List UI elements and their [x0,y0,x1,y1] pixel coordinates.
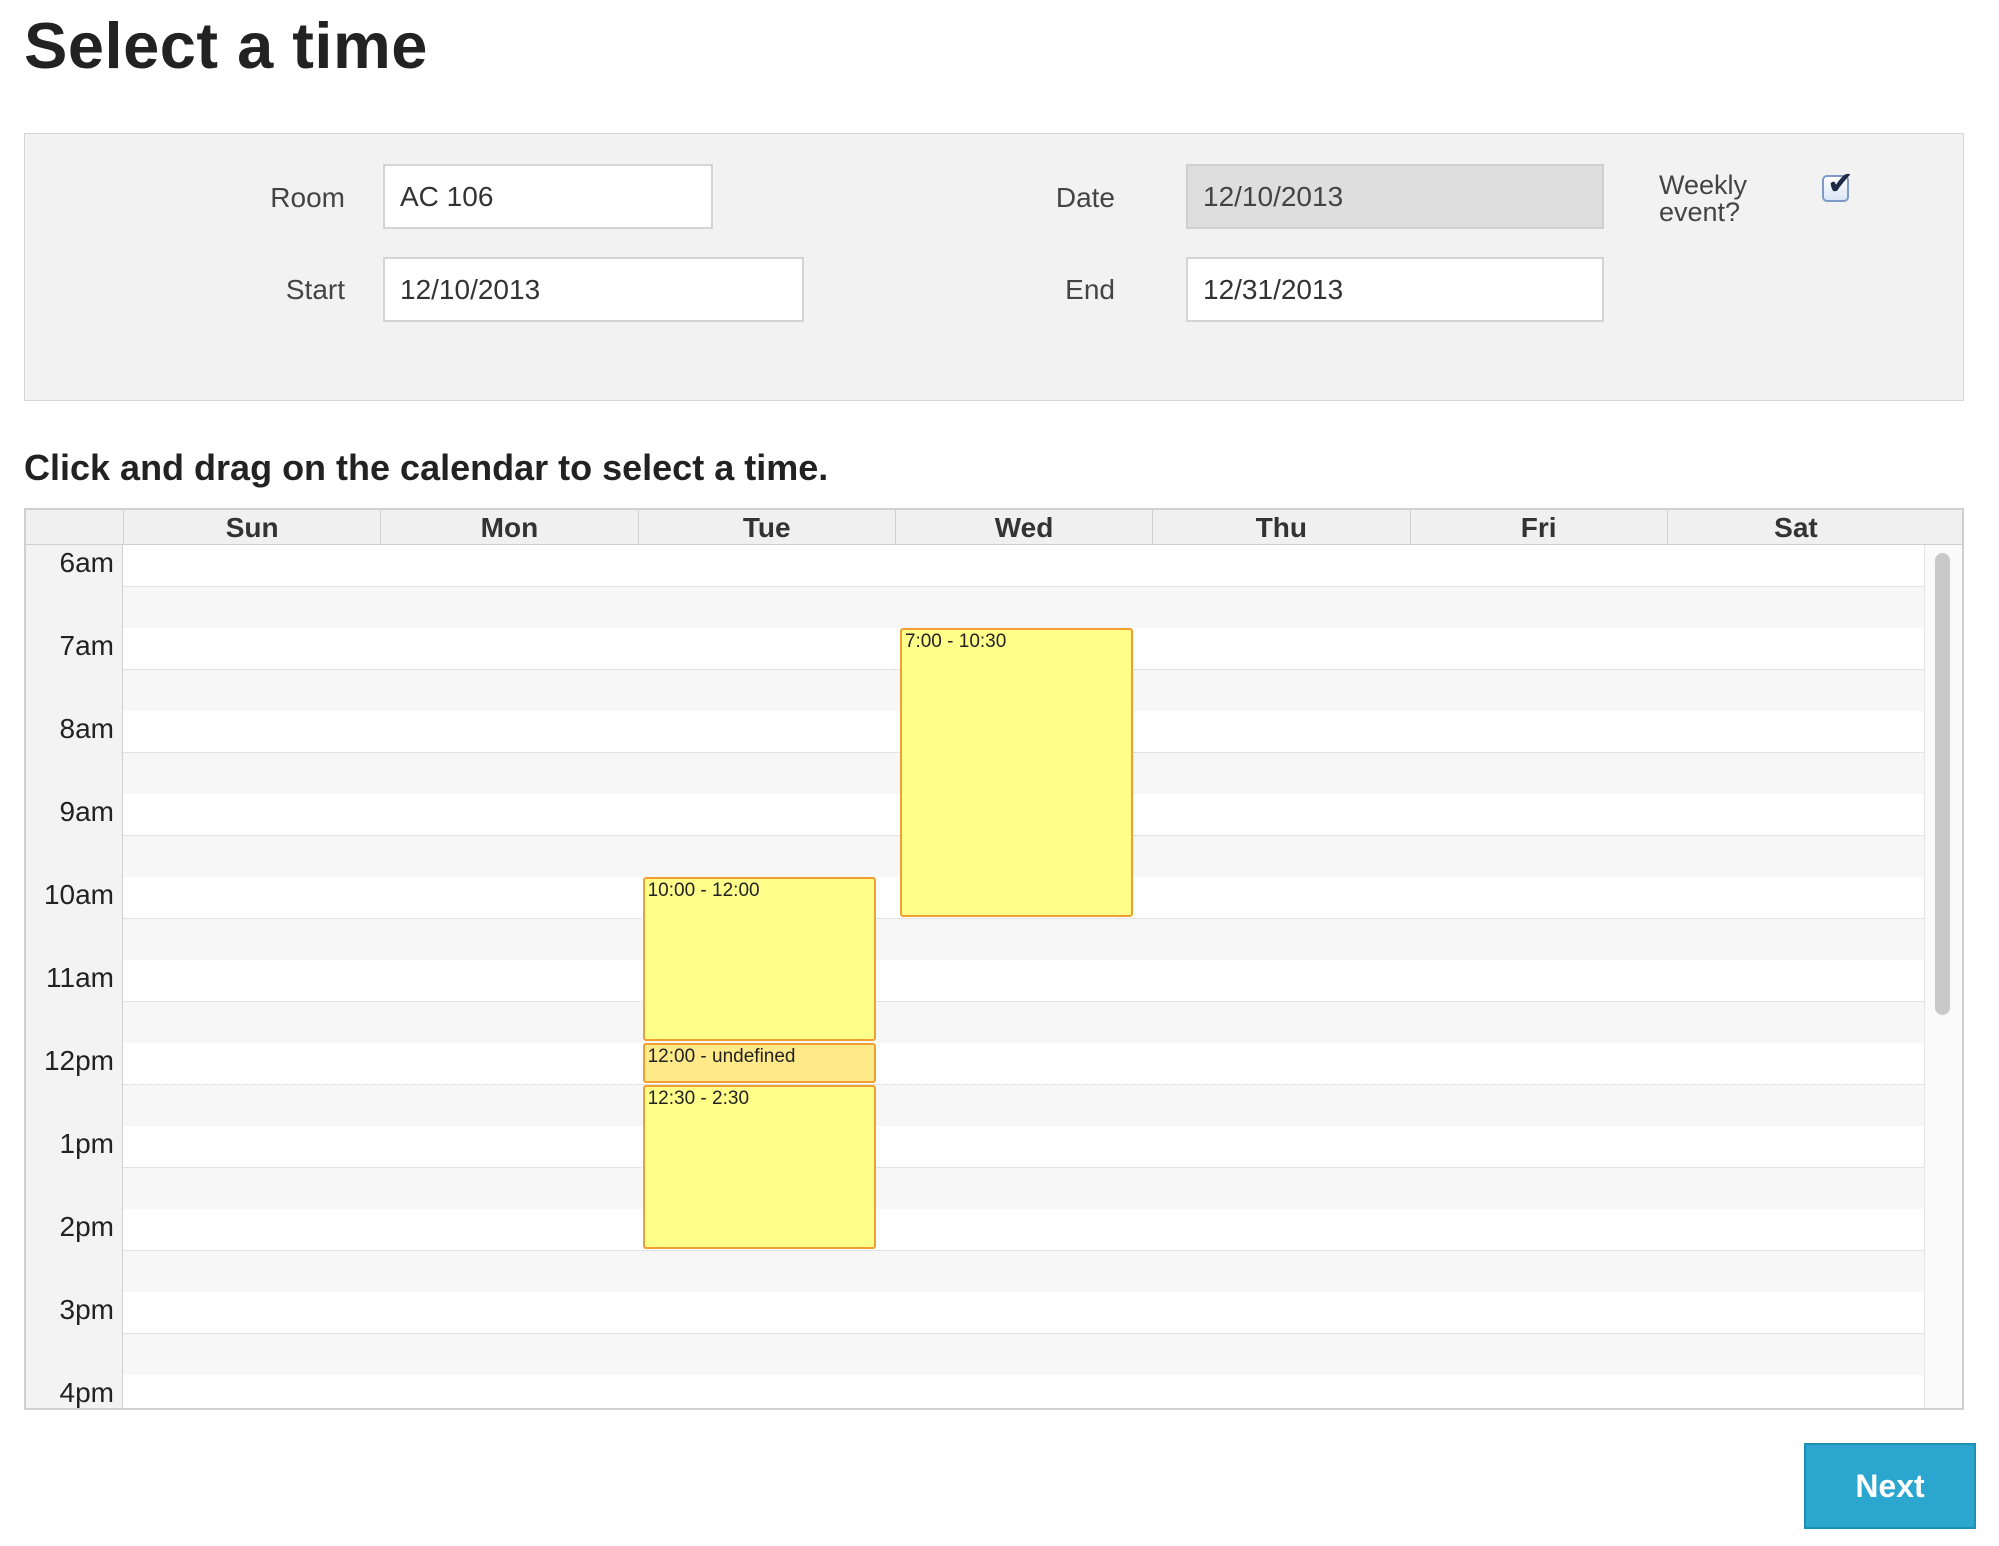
hour-row[interactable] [123,1043,1924,1126]
page-title: Select a time [24,9,428,82]
time-label: 6am [59,547,114,578]
calendar-event[interactable]: 10:00 - 12:00 [642,877,876,1041]
start-label: Start [285,274,345,305]
calendar-instructions: Click and drag on the calendar to select… [24,447,829,488]
date-input[interactable] [1186,164,1604,229]
hour-row[interactable] [123,1209,1924,1292]
day-header-tue: Tue [637,510,895,545]
event-details-form: Room Date Weekly event? ✔ Start End [24,133,1964,401]
time-label: 1pm [59,1128,114,1159]
time-label: 12pm [43,1045,114,1076]
half-hour-slot[interactable] [123,586,1924,628]
time-label: 10am [43,879,114,910]
time-label: 11am [46,962,114,993]
weekly-event-checkbox[interactable]: ✔ [1822,167,1854,202]
day-header-wed: Wed [894,510,1152,545]
end-date-input[interactable] [1186,257,1604,322]
calendar-event[interactable]: 12:30 - 2:30 [642,1084,876,1249]
hour-row[interactable] [123,1126,1924,1209]
calendar-event[interactable]: 7:00 - 10:30 [899,628,1134,917]
end-label: End [1065,274,1115,305]
half-hour-slot[interactable] [123,918,1924,960]
week-calendar: Sun Mon Tue Wed Thu Fri Sat 6am 7am 8am 9am 10am 11… [24,508,1964,1410]
time-label: 4pm [59,1377,114,1408]
date-label: Date [1055,182,1115,213]
hour-row[interactable] [123,1292,1924,1375]
hour-row[interactable] [123,545,1924,628]
day-header-mon: Mon [380,510,637,545]
start-date-input[interactable] [383,257,804,322]
weekly-event-label: Weekly event? [1659,170,1748,227]
calendar-event[interactable]: 12:00 - undefined [642,1043,876,1083]
next-button[interactable]: Next [1804,1443,1976,1529]
hour-row[interactable] [123,1375,1924,1408]
time-column: 6am 7am 8am 9am 10am 11am 12pm 1pm 2pm 3pm 4pm [26,545,123,1408]
room-input[interactable] [383,164,713,229]
time-label: 9am [59,796,114,827]
time-label: 2pm [59,1211,114,1242]
half-hour-slot[interactable] [123,1084,1924,1126]
calendar-header: Sun Mon Tue Wed Thu Fri Sat [26,510,1962,545]
half-hour-slot[interactable] [123,1001,1924,1043]
checkmark-icon: ✔ [1827,165,1854,201]
time-label: 3pm [59,1294,114,1325]
day-header-sun: Sun [123,510,380,545]
day-header-thu: Thu [1152,510,1409,545]
hour-row[interactable] [123,960,1924,1043]
calendar-scrollbar[interactable] [1924,545,1962,1408]
half-hour-slot[interactable] [123,1167,1924,1209]
half-hour-slot[interactable] [123,1333,1924,1375]
calendar-grid[interactable]: 6am 7am 8am 9am 10am 11am 12pm 1pm 2pm 3pm 4pm 7:0… [26,545,1962,1408]
scrollbar-thumb[interactable] [1935,553,1950,1015]
room-label: Room [270,182,345,213]
half-hour-slot[interactable] [123,1250,1924,1292]
day-header-sat: Sat [1666,510,1924,545]
time-label: 8am [59,713,114,744]
day-header-fri: Fri [1409,510,1667,545]
time-label: 7am [59,630,114,661]
